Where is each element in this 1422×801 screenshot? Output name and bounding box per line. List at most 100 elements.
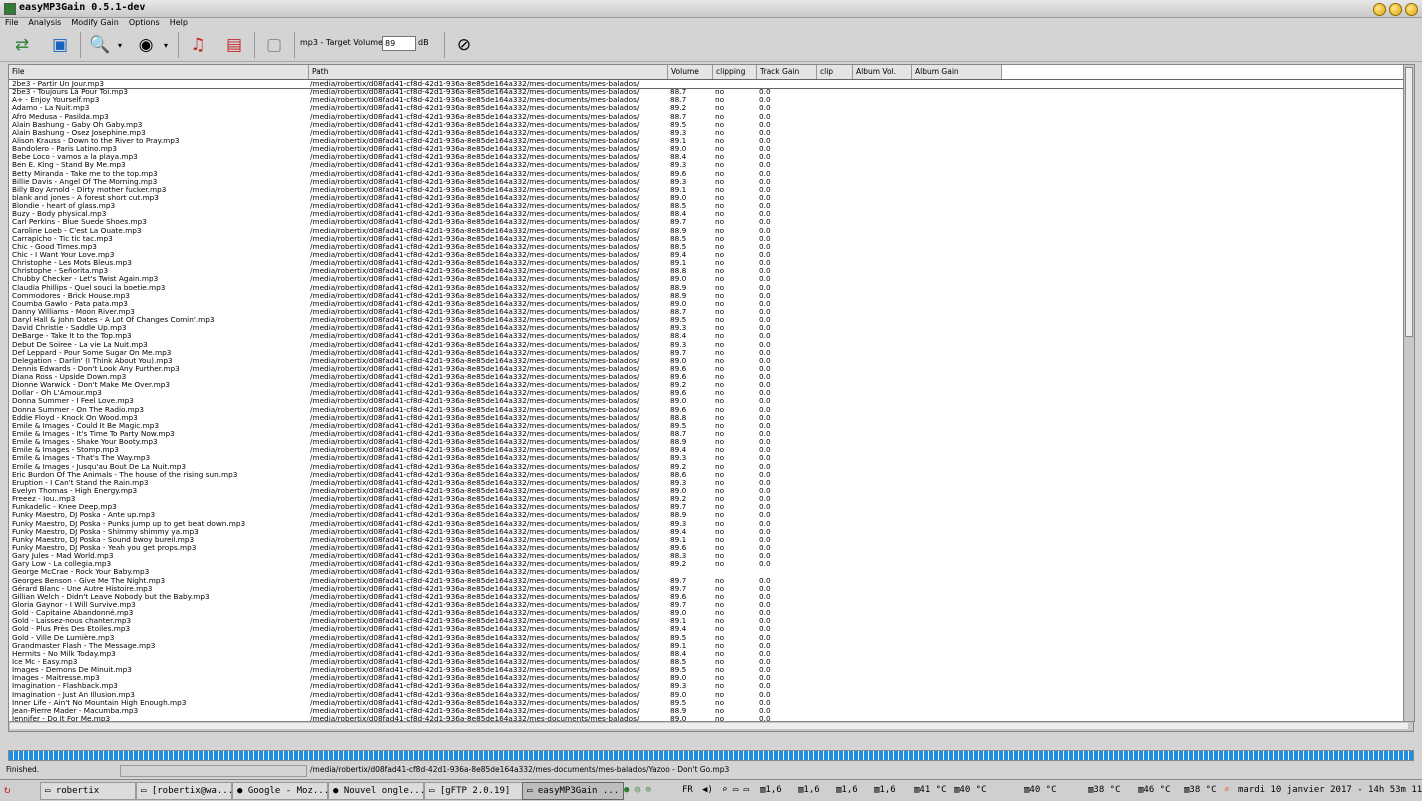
gain-knob-icon[interactable]: ◉	[132, 31, 160, 59]
chevron-down-icon[interactable]: ▾	[160, 31, 172, 59]
file-table[interactable]: File Path Volume clipping Track Gain cli…	[8, 64, 1404, 722]
table-row[interactable]: Gary Jules - Mad World.mp3/media/roberti…	[9, 552, 1403, 560]
target-volume-input[interactable]	[382, 36, 416, 51]
table-row[interactable]: Emile & Images - Could It Be Magic.mp3/m…	[9, 422, 1403, 430]
table-row[interactable]: Ben E. King - Stand By Me.mp3/media/robe…	[9, 161, 1403, 169]
table-row[interactable]: Emile & Images - That's The Way.mp3/medi…	[9, 454, 1403, 462]
table-row[interactable]: Funky Maestro, DJ Poska - Yeah you get p…	[9, 544, 1403, 552]
table-row[interactable]: Gérard Blanc - Une Autre Histoire.mp3/me…	[9, 585, 1403, 593]
minimize-button[interactable]	[1373, 3, 1386, 16]
task-item[interactable]: ▭ [robertix@wa...	[136, 782, 232, 800]
table-row[interactable]: Eddie Floyd - Knock On Wood.mp3/media/ro…	[9, 414, 1403, 422]
table-row[interactable]: Dionne Warwick - Don't Make Me Over.mp3 /…	[9, 381, 1403, 389]
table-row[interactable]: Donna Summer - I Feel Love.mp3/media/rob…	[9, 397, 1403, 405]
close-button[interactable]	[1405, 3, 1418, 16]
table-row[interactable]: Gold - Ville De Lumière.mp3/media/robert…	[9, 634, 1403, 642]
table-row[interactable]: Georges Benson - Give Me The Night.mp3/m…	[9, 577, 1403, 585]
col-album-gain[interactable]: Album Gain	[912, 65, 1002, 79]
horizontal-scrollbar[interactable]	[8, 721, 1414, 732]
table-row[interactable]: Alain Bashung - Gaby Oh Gaby.mp3/media/r…	[9, 121, 1403, 129]
table-row[interactable]: Donna Summer - On The Radio.mp3/media/ro…	[9, 406, 1403, 414]
table-row[interactable]: Funky Maestro, DJ Poska - Sound bwoy bur…	[9, 536, 1403, 544]
col-album-vol[interactable]: Album Vol.	[853, 65, 912, 79]
table-row[interactable]: Emile & Images - It's Time To Party Now.…	[9, 430, 1403, 438]
table-row[interactable]: Imagination - Just An Illusion.mp3/media…	[9, 691, 1403, 699]
table-row[interactable]: David Christie - Saddle Up.mp3/media/rob…	[9, 324, 1403, 332]
menu-analysis[interactable]: Analysis	[23, 17, 66, 29]
table-row[interactable]: 2be3 - Toujours Là Pour Toi.mp3/media/ro…	[9, 88, 1403, 96]
table-row[interactable]: Emile & Images - Stomp.mp3/media/roberti…	[9, 446, 1403, 454]
table-row[interactable]: Eruption - I Can't Stand the Rain.mp3/me…	[9, 479, 1403, 487]
table-row[interactable]: George McCrae - Rock Your Baby.mp3/media…	[9, 568, 1403, 576]
table-row[interactable]: Caroline Loeb - C'est La Ouate.mp3/media…	[9, 227, 1403, 235]
table-row[interactable]: Billie Davis - Angel Of The Morning.mp3 /…	[9, 178, 1403, 186]
table-row[interactable]: Diana Ross - Upside Down.mp3/media/rober…	[9, 373, 1403, 381]
table-row[interactable]: Carl Perkins - Blue Suede Shoes.mp3/medi…	[9, 218, 1403, 226]
add-files-icon[interactable]: ⇄	[8, 31, 36, 59]
table-row[interactable]: Daryl Hall & John Oates - A Lot Of Chang…	[9, 316, 1403, 324]
table-row[interactable]: Christophe - Señorita.mp3/media/robertix…	[9, 267, 1403, 275]
table-row[interactable]: Gold - Capitaine Abandonné.mp3/media/rob…	[9, 609, 1403, 617]
network-icon[interactable]: ● ◎ ⊙	[624, 782, 651, 798]
table-row[interactable]: Gold - Plus Près Des Etoiles.mp3/media/r…	[9, 625, 1403, 633]
task-item[interactable]: ▭ robertix	[40, 782, 136, 800]
menu-options[interactable]: Options	[124, 17, 165, 29]
table-row[interactable]: Blondie - heart of glass.mp3/media/rober…	[9, 202, 1403, 210]
table-row[interactable]: Ice Mc - Easy.mp3/media/robertix/d08fad4…	[9, 658, 1403, 666]
table-row[interactable]: Jean-Pierre Mader - Macumba.mp3/media/ro…	[9, 707, 1403, 715]
table-row[interactable]: Gary Low - La collegia.mp3/media/roberti…	[9, 560, 1403, 568]
table-row[interactable]: A+ - Enjoy Yourself.mp3/media/robertix/d…	[9, 96, 1403, 104]
table-row[interactable]: blank and jones - A forest short cut.mp3…	[9, 194, 1403, 202]
table-row[interactable]: Alison Krauss - Down to the River to Pra…	[9, 137, 1403, 145]
scrollbar-thumb[interactable]	[1405, 67, 1413, 337]
table-row[interactable]: Imagination - Flashback.mp3/media/robert…	[9, 682, 1403, 690]
track-gain-icon[interactable]: ♫	[184, 31, 212, 59]
table-row[interactable]: Alain Bashung - Osez Josephine.mp3/media…	[9, 129, 1403, 137]
table-row[interactable]: Funky Maestro, DJ Poska - Ante up.mp3/me…	[9, 511, 1403, 519]
table-row[interactable]: Emile & Images - Shake Your Booty.mp3/me…	[9, 438, 1403, 446]
menu-help[interactable]: Help	[165, 17, 193, 29]
task-item[interactable]: ● Google - Moz...	[232, 782, 328, 800]
table-row[interactable]: Christophe - Les Mots Bleus.mp3/media/ro…	[9, 259, 1403, 267]
table-row[interactable]: DeBarge - Take It to the Top.mp3/media/r…	[9, 332, 1403, 340]
table-row[interactable]: Gillian Welch - Didn't Leave Nobody but …	[9, 593, 1403, 601]
table-row[interactable]: Inner Life - Ain't No Mountain High Enou…	[9, 699, 1403, 707]
table-row[interactable]: Funkadelic - Knee Deep.mp3/media/roberti…	[9, 503, 1403, 511]
table-row[interactable]: Images - Demons De Minuit.mp3/media/robe…	[9, 666, 1403, 674]
table-row[interactable]: Images - Maitresse.mp3/media/robertix/d0…	[9, 674, 1403, 682]
table-row[interactable]: Commodores - Brick House.mp3/media/rober…	[9, 292, 1403, 300]
col-clip[interactable]: clip	[817, 65, 853, 79]
add-folder-icon[interactable]: ▣	[46, 31, 74, 59]
table-row[interactable]: Chic - Good Times.mp3/media/robertix/d08…	[9, 243, 1403, 251]
col-track-gain[interactable]: Track Gain	[757, 65, 817, 79]
task-item[interactable]: ▭ [gFTP 2.0.19]	[424, 782, 526, 800]
table-row[interactable]: Delegation - Darlin' (I Think About You)…	[9, 357, 1403, 365]
volume-icon[interactable]: ◀)	[702, 782, 713, 798]
table-row[interactable]: Buzy - Body physical.mp3/media/robertix/…	[9, 210, 1403, 218]
table-row[interactable]: Billy Boy Arnold - Dirty mother fucker.m…	[9, 186, 1403, 194]
table-row[interactable]: Emile & Images - Jusqu'au Bout De La Nui…	[9, 463, 1403, 471]
menu-file[interactable]: File	[0, 17, 23, 29]
menu-launcher-icon[interactable]: ↻	[4, 782, 11, 798]
table-row[interactable]: Hermits - No Milk Today.mp3/media/robert…	[9, 650, 1403, 658]
table-row[interactable]: Funky Maestro, DJ Poska - Shimmy shimmy …	[9, 528, 1403, 536]
keyboard-layout[interactable]: FR	[682, 782, 693, 798]
table-row[interactable]: Eric Burdon Of The Animals - The house o…	[9, 471, 1403, 479]
table-row[interactable]: Funky Maestro, DJ Poska - Punks jump up …	[9, 520, 1403, 528]
table-row[interactable]: Carrapicho - Tic tic tac.mp3/media/rober…	[9, 235, 1403, 243]
table-row[interactable]: Bandolero - Paris Latino.mp3/media/rober…	[9, 145, 1403, 153]
tray-icons[interactable]: ⌕ ▭ ▭	[722, 782, 749, 798]
table-row[interactable]: Freeez - Iou..mp3/media/robertix/d08fad4…	[9, 495, 1403, 503]
scrollbar-thumb[interactable]	[10, 723, 1408, 729]
album-gain-icon[interactable]: ▤	[220, 31, 248, 59]
stop-icon[interactable]: ⊘	[450, 31, 478, 59]
table-row[interactable]: Betty Miranda - Take me to the top.mp3/m…	[9, 170, 1403, 178]
chevron-down-icon[interactable]: ▾	[114, 31, 126, 59]
menu-modify-gain[interactable]: Modify Gain	[66, 17, 123, 29]
table-row[interactable]: Danny Williams - Moon River.mp3/media/ro…	[9, 308, 1403, 316]
task-item[interactable]: ▭ easyMP3Gain ...	[522, 782, 624, 800]
table-row[interactable]: 2be3 - Partir Un Jour.mp3/media/robertix…	[9, 78, 1403, 90]
analyze-icon[interactable]: 🔍	[86, 31, 114, 59]
col-path[interactable]: Path	[309, 65, 668, 79]
col-volume[interactable]: Volume	[668, 65, 713, 79]
